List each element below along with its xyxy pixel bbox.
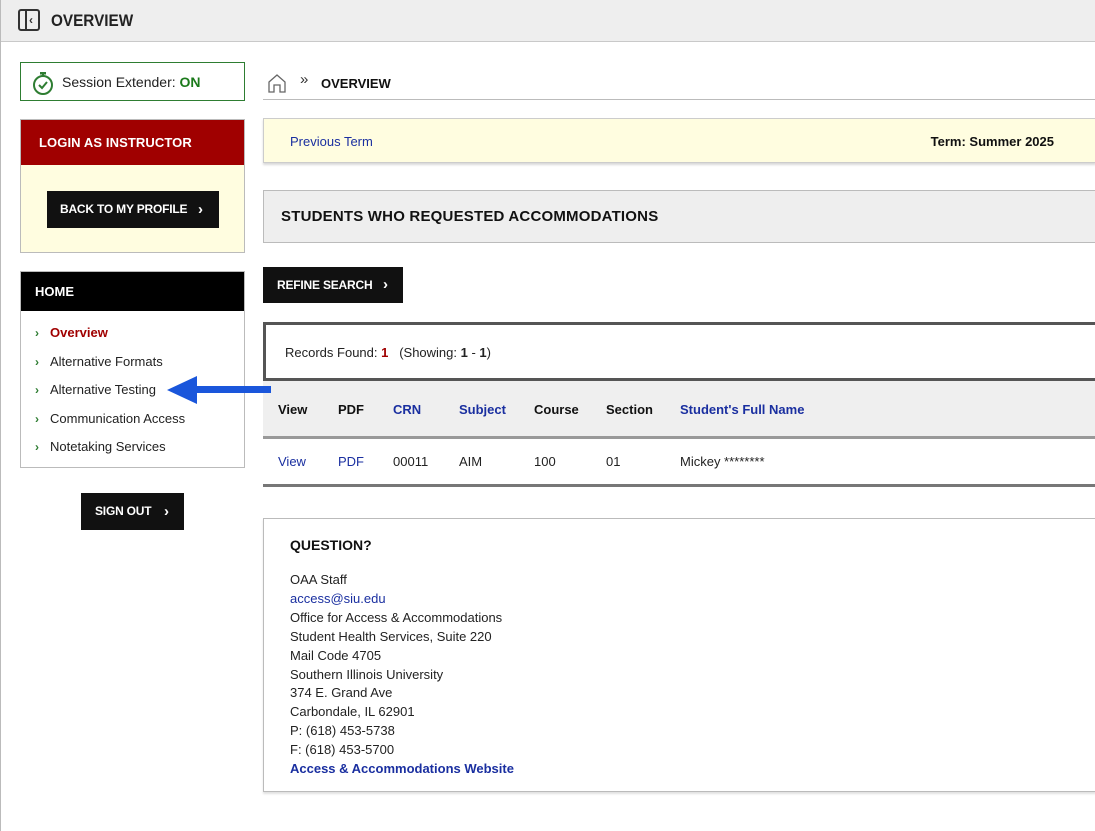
contact-city: Carbondale, IL 62901 <box>290 704 415 720</box>
records-showing-prefix: (Showing: <box>399 345 461 360</box>
column-header-course: Course <box>534 402 579 417</box>
contact-info: OAA Staff access@siu.edu Office for Acce… <box>290 571 514 779</box>
crn-cell: 00011 <box>393 454 429 469</box>
contact-office: Office for Access & Accommodations <box>290 609 503 625</box>
table-row: View PDF 00011 AIM 100 01 Mickey *******… <box>263 439 1095 487</box>
sidebar-nav: HOME › Overview › Alternative Formats › Alt… <box>20 271 245 468</box>
sidebar-item-communication-access[interactable]: › Communication Access <box>35 411 185 429</box>
refine-search-button[interactable]: REFINE SEARCH › <box>263 267 403 303</box>
sidebar-item-notetaking-services[interactable]: › Notetaking Services <box>35 439 166 457</box>
chevron-right-icon: › <box>35 412 39 426</box>
back-to-profile-label: BACK TO MY PROFILE <box>60 202 188 216</box>
column-header-student-name[interactable]: Student's Full Name <box>680 402 804 417</box>
session-extender-label: Session Extender: <box>62 74 180 90</box>
top-bar: ‹ OVERVIEW <box>1 0 1095 42</box>
contact-phone: P: (618) 453-5738 <box>290 723 395 739</box>
subject-cell: AIM <box>459 454 483 469</box>
term-bar: Previous Term Term: Summer 2025 <box>263 118 1095 163</box>
page-title: OVERVIEW <box>51 11 134 30</box>
contact-email-link[interactable]: access@siu.edu <box>290 590 514 609</box>
breadcrumb-current: OVERVIEW <box>321 76 391 91</box>
section-cell: 01 <box>606 454 621 469</box>
sign-out-button[interactable]: SIGN OUT › <box>81 493 184 530</box>
contact-staff: OAA Staff <box>290 572 347 587</box>
column-header-section: Section <box>606 402 653 417</box>
records-found-box: Records Found: 1 (Showing: 1 - 1) <box>263 322 1095 381</box>
sidebar-item-overview[interactable]: › Overview <box>35 325 108 343</box>
sidebar-item-label: Communication Access <box>50 411 186 426</box>
chevron-right-icon: › <box>198 201 203 218</box>
pdf-link[interactable]: PDF <box>338 454 364 469</box>
column-header-pdf: PDF <box>338 402 364 417</box>
section-title: STUDENTS WHO REQUESTED ACCOMMODATIONS <box>281 208 659 225</box>
records-count: 1 <box>381 345 389 360</box>
student-name-cell: Mickey ******** <box>680 454 765 469</box>
session-extender[interactable]: Session Extender: ON <box>20 62 245 101</box>
question-panel: QUESTION? OAA Staff access@siu.edu Offic… <box>263 518 1095 792</box>
section-header: STUDENTS WHO REQUESTED ACCOMMODATIONS <box>263 190 1095 243</box>
records-found-text: Records Found: 1 (Showing: 1 - 1) <box>285 345 491 360</box>
session-extender-status: ON <box>179 74 201 90</box>
question-title: QUESTION? <box>290 537 372 553</box>
chevron-right-icon: › <box>35 326 39 340</box>
column-header-crn[interactable]: CRN <box>393 402 421 417</box>
current-term: Term: Summer 2025 <box>930 134 1054 149</box>
contact-building: Student Health Services, Suite 220 <box>290 628 492 644</box>
records-close: ) <box>486 345 491 360</box>
chevron-right-icon: › <box>35 355 39 369</box>
website-link[interactable]: Access & Accommodations Website <box>290 760 514 779</box>
annotation-arrow-icon <box>167 376 271 404</box>
sidebar-item-alternative-formats[interactable]: › Alternative Formats <box>35 354 163 372</box>
sidebar-nav-title: HOME <box>21 272 244 311</box>
breadcrumb: » OVERVIEW <box>263 70 1095 100</box>
contact-fax: F: (618) 453-5700 <box>290 742 395 758</box>
chevron-right-icon: › <box>164 503 169 520</box>
contact-street: 374 E. Grand Ave <box>290 685 393 701</box>
login-as-instructor-title: LOGIN AS INSTRUCTOR <box>21 120 244 165</box>
sidebar-item-label: Alternative Testing <box>50 382 156 397</box>
refine-search-label: REFINE SEARCH <box>277 278 373 292</box>
course-cell: 100 <box>534 454 556 469</box>
sidebar-item-alternative-testing[interactable]: › Alternative Testing <box>35 382 156 400</box>
records-start: 1 <box>460 345 468 360</box>
column-header-subject[interactable]: Subject <box>459 402 506 417</box>
home-icon[interactable] <box>267 73 287 93</box>
view-link[interactable]: View <box>278 454 306 469</box>
records-end: 1 <box>479 345 487 360</box>
sidebar-item-label: Alternative Formats <box>50 354 163 369</box>
breadcrumb-separator: » <box>300 71 309 88</box>
stopwatch-icon <box>33 72 53 95</box>
records-found-label: Records Found: <box>285 345 382 360</box>
login-as-instructor-panel: LOGIN AS INSTRUCTOR BACK TO MY PROFILE › <box>20 119 245 253</box>
sidebar-item-label: Overview <box>50 325 108 340</box>
session-extender-text: Session Extender: ON <box>62 74 201 90</box>
chevron-right-icon: › <box>383 276 388 293</box>
table-header: View PDF CRN Subject Course Section Stud… <box>263 381 1095 439</box>
chevron-right-icon: › <box>35 440 39 454</box>
sign-out-label: SIGN OUT <box>95 504 152 518</box>
back-to-profile-button[interactable]: BACK TO MY PROFILE › <box>47 191 219 228</box>
records-dash: - <box>467 345 480 360</box>
column-header-view: View <box>278 402 308 417</box>
previous-term-link[interactable]: Previous Term <box>290 134 373 149</box>
chevron-right-icon: › <box>35 383 39 397</box>
sidebar-item-label: Notetaking Services <box>50 439 166 454</box>
contact-university: Southern Illinois University <box>290 666 444 682</box>
contact-mail-code: Mail Code 4705 <box>290 647 382 663</box>
sidebar-toggle-icon[interactable]: ‹ <box>18 9 40 31</box>
